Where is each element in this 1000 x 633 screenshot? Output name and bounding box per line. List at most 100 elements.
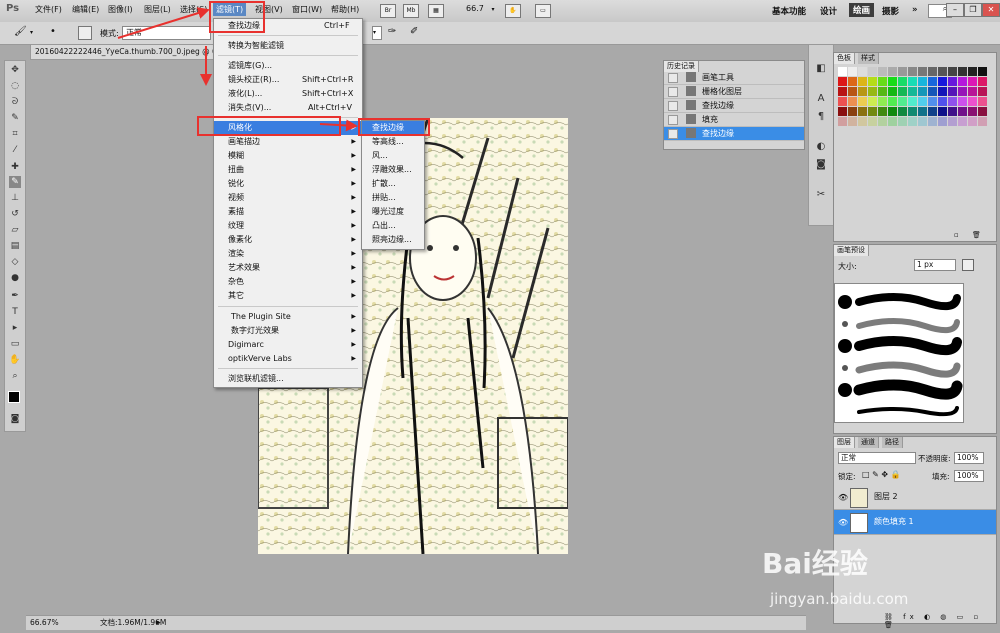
color-swatch[interactable] xyxy=(888,67,897,76)
color-swatch[interactable] xyxy=(928,107,937,116)
color-swatch[interactable] xyxy=(978,97,987,106)
color-swatch[interactable] xyxy=(848,107,857,116)
reset-brush-icon[interactable] xyxy=(962,259,974,271)
color-swatch[interactable] xyxy=(918,87,927,96)
color-swatch[interactable] xyxy=(978,67,987,76)
color-swatch[interactable] xyxy=(918,67,927,76)
tab-styles[interactable]: 样式 xyxy=(858,53,879,64)
color-swatch[interactable] xyxy=(858,87,867,96)
color-swatch[interactable] xyxy=(868,97,877,106)
color-swatch[interactable] xyxy=(968,117,977,126)
character-panel-icon[interactable]: A xyxy=(815,93,827,105)
color-swatch[interactable] xyxy=(948,67,957,76)
color-swatch[interactable] xyxy=(888,77,897,86)
paragraph-panel-icon[interactable]: ¶ xyxy=(815,111,827,123)
color-swatch[interactable] xyxy=(838,117,847,126)
color-swatch[interactable] xyxy=(958,67,967,76)
color-swatch[interactable] xyxy=(858,77,867,86)
color-swatch[interactable] xyxy=(938,67,947,76)
opacity-input[interactable]: 100% xyxy=(954,452,984,464)
color-swatch[interactable] xyxy=(928,117,937,126)
color-swatch[interactable] xyxy=(928,67,937,76)
color-swatch[interactable] xyxy=(938,97,947,106)
color-swatch[interactable] xyxy=(968,87,977,96)
color-swatch[interactable] xyxy=(888,107,897,116)
fill-input[interactable]: 100% xyxy=(954,470,984,482)
color-swatch[interactable] xyxy=(858,97,867,106)
color-swatch[interactable] xyxy=(908,87,917,96)
color-swatch[interactable] xyxy=(938,107,947,116)
color-swatch[interactable] xyxy=(898,77,907,86)
color-swatch[interactable] xyxy=(858,67,867,76)
color-swatch[interactable] xyxy=(858,117,867,126)
color-swatch[interactable] xyxy=(948,117,957,126)
color-swatch[interactable] xyxy=(898,97,907,106)
lock-icons[interactable]: □ ✎ ✥ 🔒 xyxy=(862,470,901,479)
history-item[interactable]: 填充 xyxy=(664,113,804,127)
color-swatch[interactable] xyxy=(938,87,947,96)
color-swatch[interactable] xyxy=(928,97,937,106)
color-swatch[interactable] xyxy=(908,97,917,106)
color-swatch[interactable] xyxy=(928,87,937,96)
tab-channels[interactable]: 通道 xyxy=(858,437,879,448)
color-swatch[interactable] xyxy=(968,67,977,76)
tools-preset-icon[interactable]: ✂ xyxy=(815,189,827,201)
color-swatch[interactable] xyxy=(918,77,927,86)
color-swatch[interactable] xyxy=(878,107,887,116)
color-swatch[interactable] xyxy=(908,67,917,76)
color-swatch[interactable] xyxy=(888,87,897,96)
color-swatch[interactable] xyxy=(968,107,977,116)
color-swatch[interactable] xyxy=(878,117,887,126)
color-swatch[interactable] xyxy=(878,87,887,96)
color-swatch[interactable] xyxy=(868,107,877,116)
color-swatch[interactable] xyxy=(938,117,947,126)
color-swatch[interactable] xyxy=(938,77,947,86)
color-swatch[interactable] xyxy=(868,77,877,86)
color-panel-icon[interactable]: ◧ xyxy=(815,63,827,75)
color-swatch[interactable] xyxy=(968,77,977,86)
color-swatch[interactable] xyxy=(898,117,907,126)
color-swatch[interactable] xyxy=(968,97,977,106)
status-zoom[interactable]: 66.67% xyxy=(30,616,59,630)
color-swatch[interactable] xyxy=(948,77,957,86)
color-swatch[interactable] xyxy=(858,107,867,116)
color-swatch[interactable] xyxy=(908,117,917,126)
color-swatch[interactable] xyxy=(838,87,847,96)
color-swatch[interactable] xyxy=(958,117,967,126)
color-swatch[interactable] xyxy=(838,67,847,76)
color-swatch[interactable] xyxy=(978,77,987,86)
tab-paths[interactable]: 路径 xyxy=(882,437,903,448)
color-swatch[interactable] xyxy=(878,97,887,106)
color-swatch[interactable] xyxy=(848,117,857,126)
layer-row-selected[interactable]: 👁 颜色填充 1 xyxy=(834,510,996,535)
color-swatch[interactable] xyxy=(958,87,967,96)
color-swatch[interactable] xyxy=(838,97,847,106)
history-item-selected[interactable]: 查找边缘 xyxy=(664,127,804,141)
color-swatch[interactable] xyxy=(878,77,887,86)
color-swatch[interactable] xyxy=(868,117,877,126)
color-swatch[interactable] xyxy=(948,87,957,96)
eye-icon[interactable]: 👁 xyxy=(838,518,848,527)
masks-panel-icon[interactable]: ◙ xyxy=(815,159,827,171)
color-swatch[interactable] xyxy=(838,77,847,86)
color-swatch[interactable] xyxy=(868,87,877,96)
layer-actions-icons[interactable]: ⛓ fx ◐ ◍ ▭ ▫ 🗑 xyxy=(884,613,996,629)
tab-layers[interactable]: 图层 xyxy=(834,437,855,448)
color-swatch[interactable] xyxy=(848,97,857,106)
trash-icon[interactable]: 🗑 xyxy=(972,231,981,239)
color-swatch[interactable] xyxy=(928,77,937,86)
color-swatch[interactable] xyxy=(948,97,957,106)
new-swatch-icon[interactable]: ▫ xyxy=(954,231,959,239)
tab-brush-presets[interactable]: 画笔预设 xyxy=(834,245,869,256)
layer-row[interactable]: 👁 图层 2 xyxy=(834,485,996,510)
eye-icon[interactable]: 👁 xyxy=(838,493,848,502)
history-item[interactable]: 画笔工具 xyxy=(664,71,804,85)
color-swatch[interactable] xyxy=(898,87,907,96)
color-swatch[interactable] xyxy=(958,77,967,86)
color-swatch[interactable] xyxy=(888,117,897,126)
tab-swatches[interactable]: 色板 xyxy=(834,53,855,64)
color-swatch[interactable] xyxy=(958,97,967,106)
history-item[interactable]: 查找边缘 xyxy=(664,99,804,113)
color-swatch[interactable] xyxy=(888,97,897,106)
color-swatch[interactable] xyxy=(918,107,927,116)
